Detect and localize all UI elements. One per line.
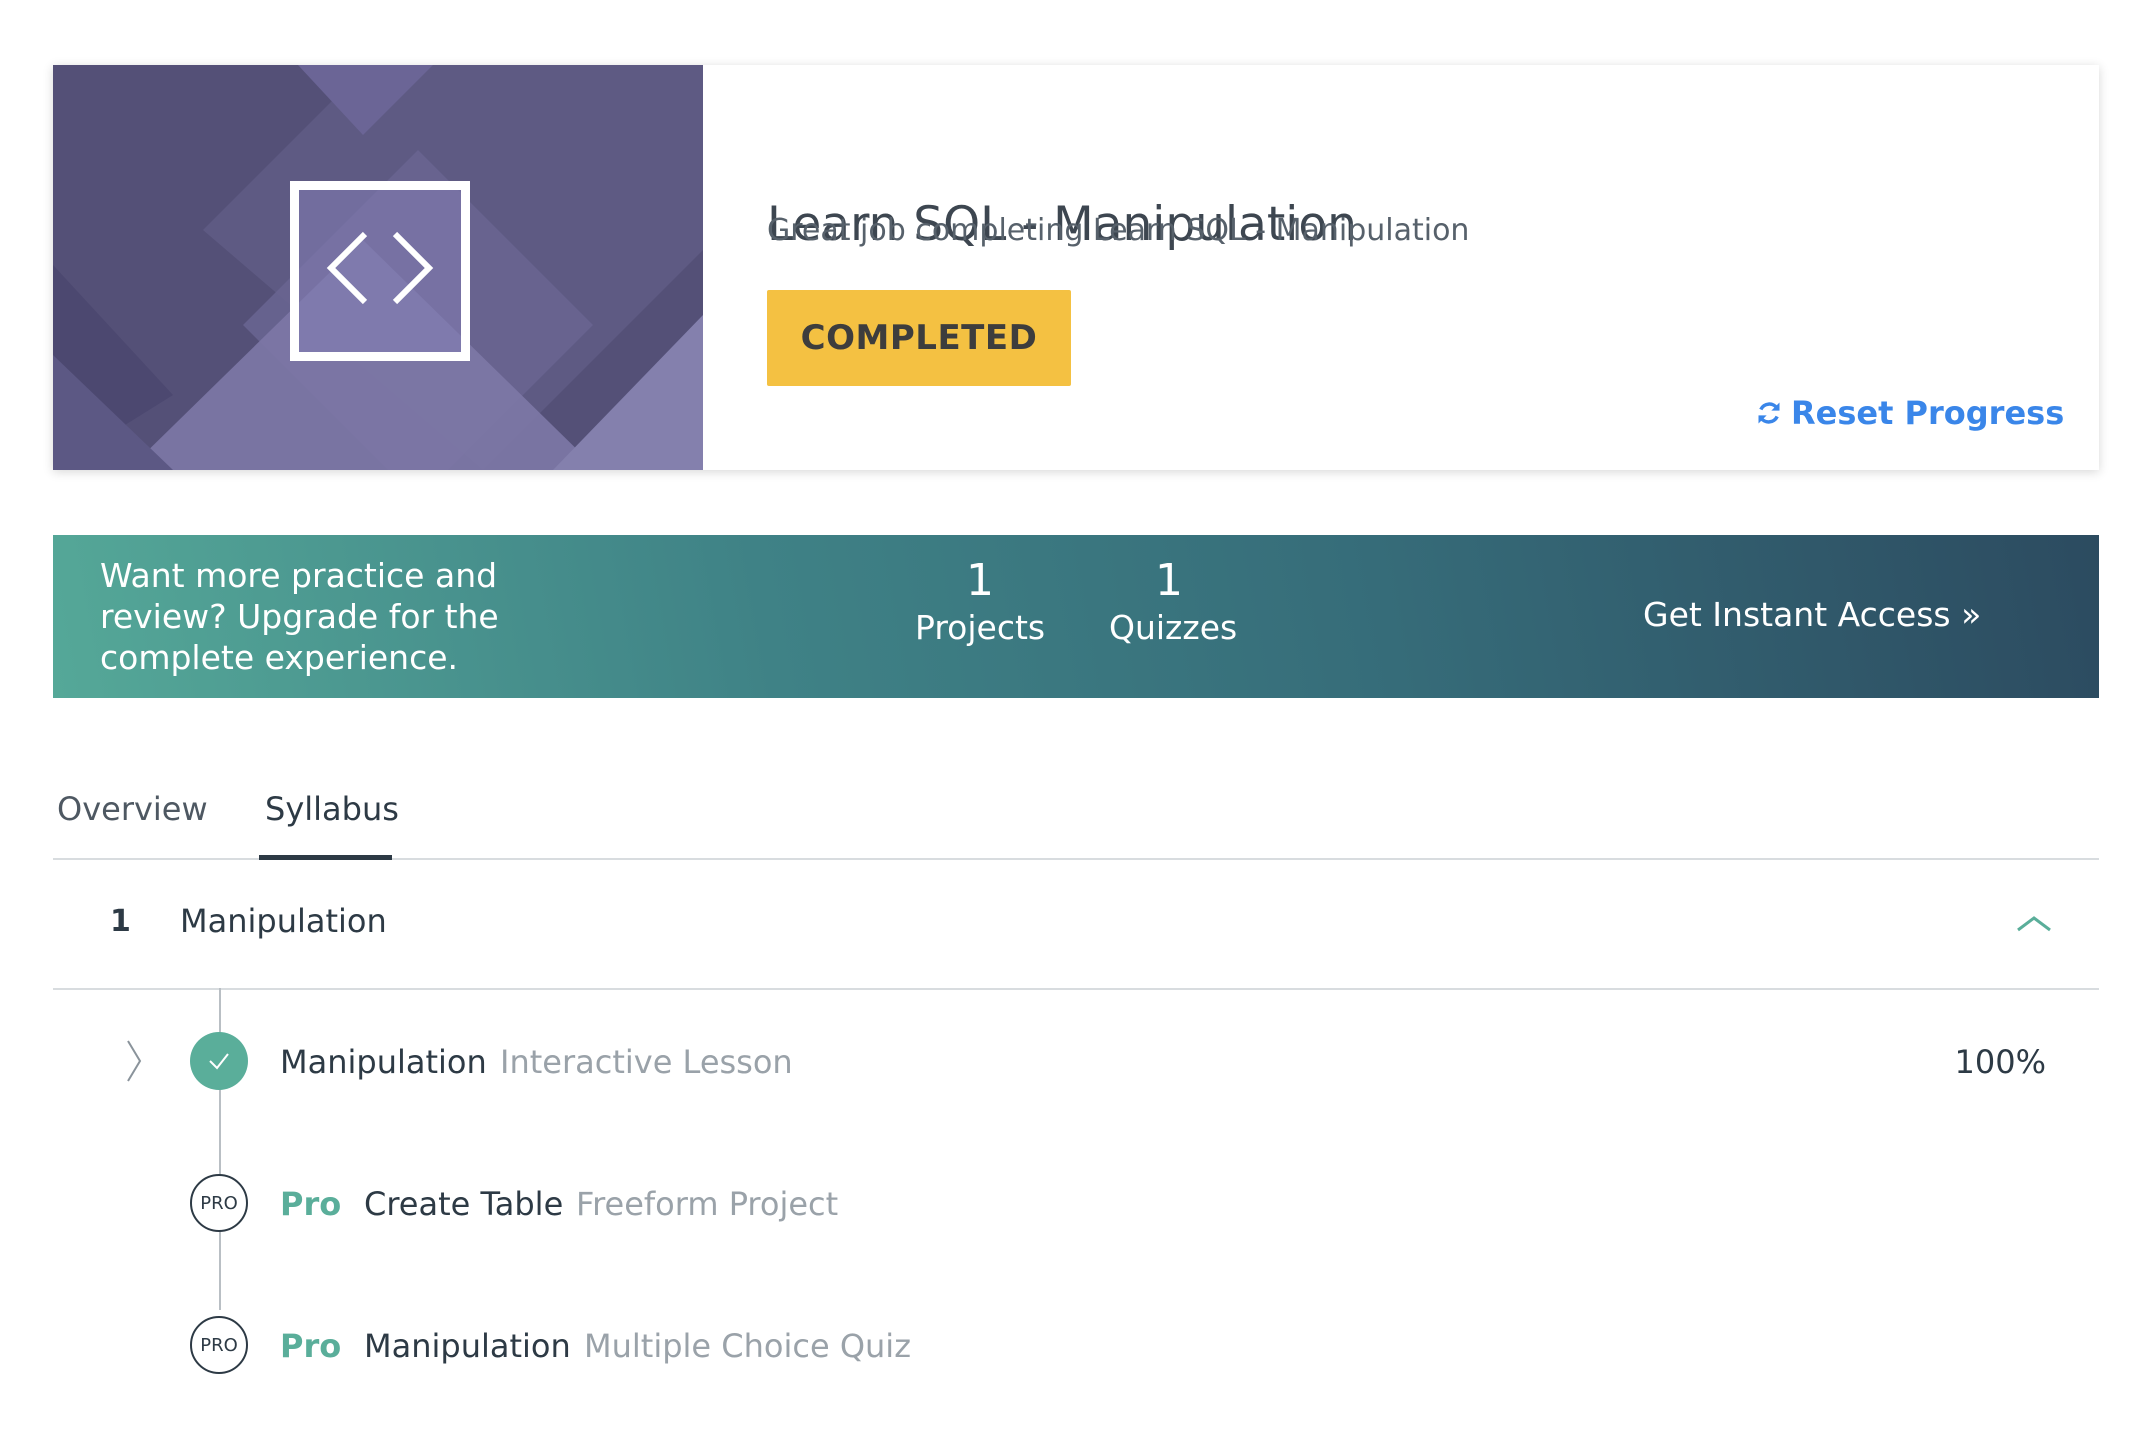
pro-badge-icon: PRO	[190, 1174, 248, 1232]
check-icon	[190, 1032, 248, 1090]
reset-progress-label: Reset Progress	[1791, 394, 2065, 432]
get-instant-access-link[interactable]: Get Instant Access »	[1643, 595, 1981, 634]
stat-quizzes: 1 Quizzes	[1109, 554, 1238, 648]
item-name: Manipulation	[280, 1043, 487, 1081]
reset-progress-link[interactable]: Reset Progress	[1755, 394, 2064, 432]
course-subtitle: Great job completing Learn SQL - Manipul…	[767, 213, 1470, 248]
stat-quizzes-label: Quizzes	[1109, 608, 1238, 647]
item-name: Create Table	[364, 1185, 564, 1223]
item-progress: 100%	[1954, 1043, 2046, 1081]
upgrade-banner: Want more practice and review? Upgrade f…	[53, 535, 2099, 698]
course-art	[53, 65, 703, 470]
stat-projects: 1 Projects	[915, 554, 1045, 648]
syllabus-item-lesson[interactable]: Manipulation Interactive Lesson 100%	[0, 1031, 2146, 1091]
module-name: Manipulation	[180, 902, 387, 940]
pro-label: Pro	[280, 1327, 342, 1365]
course-tabs: Overview Syllabus	[53, 780, 2099, 860]
item-type: Interactive Lesson	[500, 1043, 793, 1081]
pro-label: Pro	[280, 1185, 342, 1223]
item-type: Multiple Choice Quiz	[584, 1327, 911, 1365]
tab-syllabus[interactable]: Syllabus	[265, 790, 399, 828]
item-type: Freeform Project	[576, 1185, 839, 1223]
module-header[interactable]: 1 Manipulation	[53, 860, 2099, 990]
item-name: Manipulation	[364, 1327, 571, 1365]
tab-overview[interactable]: Overview	[57, 790, 208, 828]
pro-badge-icon: PRO	[190, 1316, 248, 1374]
stat-quizzes-value: 1	[1155, 555, 1183, 606]
refresh-icon	[1758, 402, 1780, 424]
chevron-up-icon[interactable]	[2014, 912, 2054, 934]
syllabus-item-project[interactable]: PRO Pro Create Table Freeform Project	[0, 1173, 2146, 1233]
module-number: 1	[110, 904, 131, 939]
stat-projects-label: Projects	[915, 608, 1046, 647]
completed-badge: COMPLETED	[767, 290, 1071, 386]
code-brackets-icon	[290, 181, 470, 361]
syllabus-item-quiz[interactable]: PRO Pro Manipulation Multiple Choice Qui…	[0, 1315, 2146, 1375]
chevron-right-icon[interactable]	[122, 1037, 146, 1085]
upgrade-pitch-text: Want more practice and review? Upgrade f…	[100, 556, 499, 677]
stat-projects-value: 1	[966, 555, 994, 606]
